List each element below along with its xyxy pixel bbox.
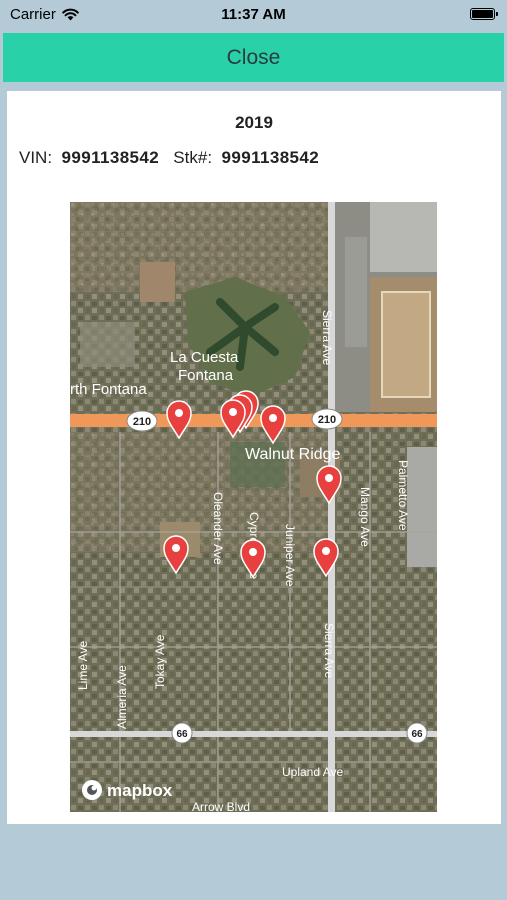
street-label-oleander-ave: Oleander Ave — [211, 492, 225, 565]
street-label-juniper-ave: Juniper Ave — [283, 524, 297, 587]
street-label-lime-ave: Lime Ave — [76, 641, 90, 690]
status-bar: Carrier 11:37 AM — [0, 0, 507, 30]
close-button[interactable]: Close — [3, 33, 504, 82]
vin-label: VIN: — [19, 148, 53, 167]
route-shield-i210-east: 210 — [311, 408, 343, 430]
place-label-walnut-ridge: Walnut Ridge — [245, 446, 341, 463]
street-label-tokay-ave: Tokay Ave — [153, 634, 167, 689]
street-label-sierra-ave-south: Sierra Ave — [322, 623, 336, 678]
street-label-upland-ave: Upland Ave — [282, 765, 343, 779]
battery-icon — [470, 8, 498, 20]
route-shield-i210-east-label: 210 — [318, 414, 336, 426]
satellite-map[interactable]: La Cuesta Fontana rth Fontana Walnut Rid… — [70, 202, 437, 812]
stock-value: 9991138542 — [221, 148, 320, 167]
mapbox-attribution-label: mapbox — [107, 781, 173, 800]
vehicle-year: 2019 — [235, 113, 273, 132]
vin-value: 9991138542 — [61, 148, 160, 167]
street-label-sierra-ave-north: Sierra Ave — [320, 310, 334, 365]
route-shield-66-west-label: 66 — [176, 729, 188, 740]
route-shield-66-east-label: 66 — [411, 729, 423, 740]
vehicle-identifiers: VIN: 9991138542 Stk#: 9991138542 — [19, 148, 319, 168]
route-shield-i210-west-label: 210 — [133, 416, 151, 428]
street-label-mango-ave: Mango Ave — [358, 487, 372, 547]
stock-label: Stk#: — [173, 148, 213, 167]
street-label-arrow-blvd: Arrow Blvd — [192, 800, 250, 812]
route-shield-i210-west: 210 — [126, 410, 158, 432]
mapbox-logo[interactable]: mapbox — [82, 780, 173, 800]
route-shield-66-west: 66 — [171, 722, 193, 744]
place-label-north-fontana: rth Fontana — [70, 381, 147, 398]
place-label-fontana: Fontana — [178, 367, 234, 384]
street-label-palmetto-ave: Palmetto Ave — [396, 460, 410, 531]
street-label-almeria-ave: Almeria Ave — [115, 665, 129, 729]
vehicle-detail-card: 2019 VIN: 9991138542 Stk#: 9991138542 La… — [7, 91, 501, 824]
place-label-la-cuesta: La Cuesta — [170, 349, 239, 366]
route-shield-66-east: 66 — [406, 722, 428, 744]
status-time: 11:37 AM — [221, 6, 286, 23]
